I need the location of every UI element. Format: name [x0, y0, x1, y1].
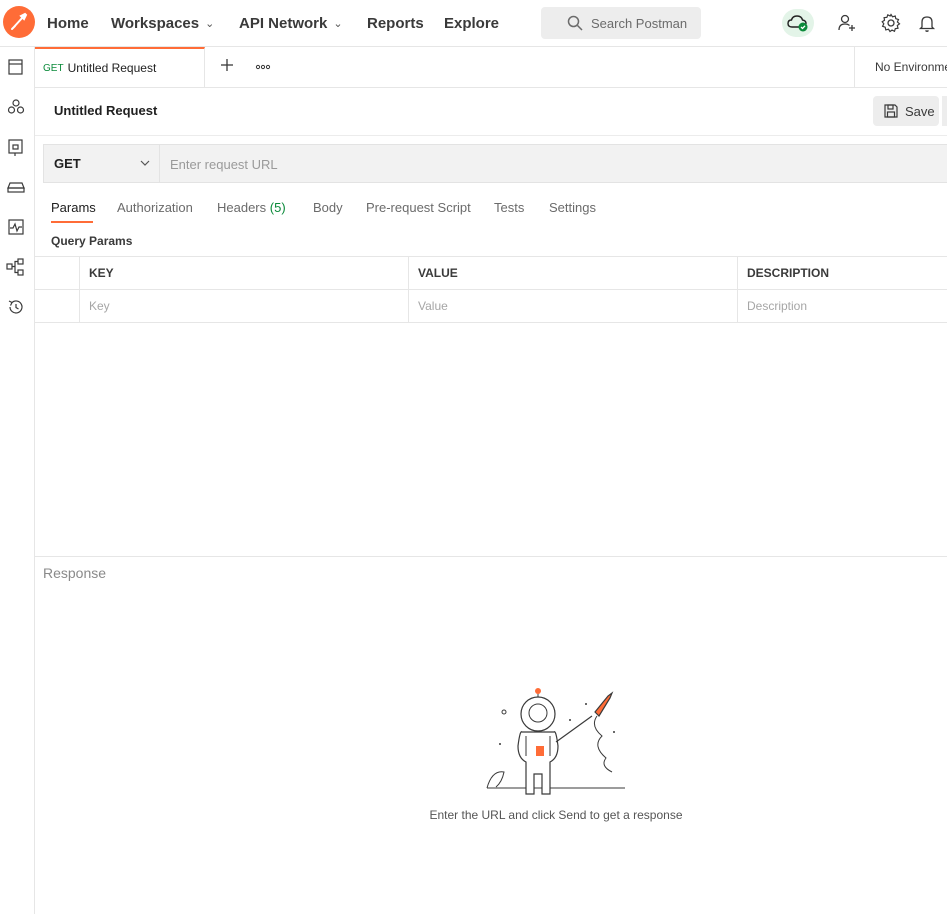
tab-title: Untitled Request	[67, 61, 157, 75]
tab-body[interactable]: Body	[313, 200, 343, 215]
invite-user-icon[interactable]	[836, 12, 858, 34]
nav-home[interactable]: Home	[47, 0, 89, 46]
environment-selector[interactable]: No Environment	[854, 47, 947, 87]
collections-icon[interactable]	[6, 57, 26, 77]
new-tab-plus-icon[interactable]	[219, 57, 235, 78]
search-placeholder: Search Postman	[591, 15, 688, 31]
nav-explore[interactable]: Explore	[444, 0, 499, 46]
cloud-sync-icon[interactable]	[782, 9, 814, 37]
column-header-value-label: VALUE	[418, 266, 458, 280]
nav-workspaces-label: Workspaces	[111, 14, 200, 32]
column-header-description: DESCRIPTION	[737, 257, 947, 289]
response-divider[interactable]	[35, 556, 947, 557]
history-icon[interactable]	[6, 297, 26, 317]
active-tab-underline	[51, 221, 93, 223]
monitors-icon[interactable]	[6, 217, 26, 237]
tab-tests[interactable]: Tests	[494, 200, 524, 215]
column-header-value: VALUE	[408, 257, 737, 289]
left-sidebar	[0, 47, 35, 914]
search-icon	[567, 15, 583, 31]
search-box[interactable]: Search Postman	[541, 7, 701, 39]
tab-settings[interactable]: Settings	[549, 200, 596, 215]
save-button[interactable]: Save	[873, 96, 939, 126]
nav-api-network[interactable]: API Network ⌄	[239, 0, 343, 46]
request-tab-bar: GET Untitled Request No Environment	[35, 47, 947, 88]
settings-gear-icon[interactable]	[880, 12, 902, 34]
save-disk-icon	[884, 104, 898, 118]
response-heading: Response	[43, 565, 107, 581]
tab-pre-request-script[interactable]: Pre-request Script	[366, 200, 471, 215]
tab-untitled-request[interactable]: GET Untitled Request	[35, 47, 205, 87]
nav-api-network-label: API Network	[239, 14, 328, 32]
url-input[interactable]	[160, 145, 947, 184]
tab-headers[interactable]: Headers (5)	[217, 200, 286, 215]
value-input[interactable]: Value	[408, 290, 737, 322]
tab-method-badge: GET	[43, 62, 64, 74]
tab-authorization[interactable]: Authorization	[117, 200, 193, 215]
key-placeholder: Key	[89, 299, 110, 313]
response-empty-message: Enter the URL and click Send to get a re…	[429, 808, 683, 822]
headers-count-badge: (5)	[269, 200, 286, 215]
request-title[interactable]: Untitled Request	[54, 103, 157, 118]
table-row: Key Value Description	[35, 289, 947, 323]
environments-icon[interactable]	[6, 137, 26, 157]
chevron-down-icon: ⌄	[205, 17, 215, 30]
query-params-table: KEY VALUE DESCRIPTION Key Value Descript…	[35, 256, 947, 323]
column-header-key-label: KEY	[89, 266, 114, 280]
tab-params[interactable]: Params	[51, 200, 96, 215]
tab-headers-label: Headers	[217, 200, 267, 215]
description-placeholder: Description	[747, 299, 808, 313]
environment-label: No Environment	[875, 60, 947, 74]
column-header-description-label: DESCRIPTION	[747, 266, 830, 280]
url-bar: GET	[43, 144, 947, 184]
description-input[interactable]: Description	[737, 290, 947, 322]
save-options-button[interactable]	[942, 96, 947, 126]
query-params-heading: Query Params	[51, 234, 133, 248]
mock-servers-icon[interactable]	[6, 177, 26, 197]
nav-reports[interactable]: Reports	[367, 0, 424, 46]
method-select[interactable]: GET	[44, 145, 160, 182]
nav-home-label: Home	[47, 14, 89, 32]
flows-icon[interactable]	[6, 257, 26, 277]
method-value: GET	[54, 156, 81, 171]
nav-workspaces[interactable]: Workspaces ⌄	[111, 0, 214, 46]
nav-explore-label: Explore	[444, 14, 500, 32]
astronaut-rocket-illustration	[486, 688, 625, 795]
save-label: Save	[905, 103, 935, 119]
value-placeholder: Value	[418, 299, 448, 313]
top-bar: Home Workspaces ⌄ API Network ⌄ Reports Ex…	[0, 0, 947, 47]
more-tabs-ellipsis-icon[interactable]	[255, 60, 271, 78]
column-header-key: KEY	[79, 257, 408, 289]
key-input[interactable]: Key	[79, 290, 408, 322]
chevron-down-icon	[140, 160, 150, 166]
nav-reports-label: Reports	[367, 14, 424, 32]
request-title-row: Untitled Request Save	[35, 88, 947, 136]
apis-icon[interactable]	[6, 97, 26, 117]
notifications-bell-icon[interactable]	[916, 12, 938, 34]
table-header-row: KEY VALUE DESCRIPTION	[35, 256, 947, 289]
chevron-down-icon: ⌄	[333, 17, 343, 30]
postman-logo-icon[interactable]	[3, 6, 35, 38]
